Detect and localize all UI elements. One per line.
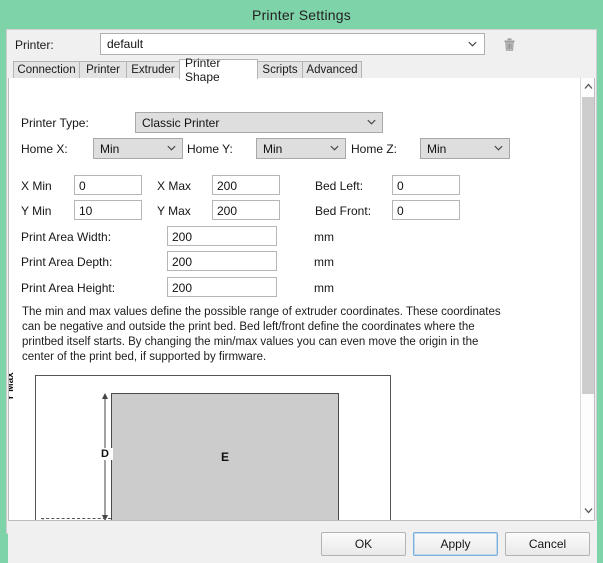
tab-scripts[interactable]: Scripts <box>257 61 303 78</box>
x-max-label: X Max <box>157 179 192 193</box>
home-y-value: Min <box>263 142 283 156</box>
bed-front-value: 0 <box>397 204 404 218</box>
tab-label: Connection <box>17 64 76 76</box>
y-min-value: 10 <box>79 204 93 218</box>
chevron-down-icon <box>166 142 177 153</box>
bed-front-label: Bed Front: <box>315 204 372 218</box>
scroll-down-button[interactable] <box>581 502 594 519</box>
diagram-bed-label: E <box>220 450 230 464</box>
home-y-label: Home Y: <box>187 142 233 156</box>
tab-label: Scripts <box>262 64 298 76</box>
tab-advanced[interactable]: Advanced <box>302 61 362 78</box>
bed-front-input[interactable]: 0 <box>392 200 460 220</box>
dialog-footer: OK Apply Cancel <box>8 521 597 563</box>
scroll-up-button[interactable] <box>581 78 594 95</box>
bed-left-input[interactable]: 0 <box>392 175 460 195</box>
delete-printer-button[interactable] <box>499 34 519 54</box>
tab-printer[interactable]: Printer <box>79 61 127 78</box>
x-min-label: X Min <box>21 179 52 193</box>
bed-left-label: Bed Left: <box>315 179 364 193</box>
print-area-width-value: 200 <box>172 230 193 244</box>
home-y-select[interactable]: Min <box>256 138 346 159</box>
print-area-height-label: Print Area Height: <box>21 281 116 295</box>
tab-label: Advanced <box>306 64 358 76</box>
window-title: Printer Settings <box>252 6 351 23</box>
chevron-up-icon <box>584 83 593 89</box>
x-max-value: 200 <box>217 179 238 193</box>
y-max-value: 200 <box>217 204 238 218</box>
printer-settings-window: Printer Settings Printer: default Connec… <box>0 0 603 563</box>
y-max-label: Y Max <box>157 204 191 218</box>
tab-bar: Connection Printer Extruder Printer Shap… <box>7 56 596 84</box>
x-min-value: 0 <box>79 179 86 193</box>
dialog-body: Printer: default Connection Printer Extr… <box>6 29 597 563</box>
tab-connection[interactable]: Connection <box>13 61 80 78</box>
home-z-select[interactable]: Min <box>420 138 510 159</box>
home-z-value: Min <box>427 142 447 156</box>
scrollbar-thumb[interactable] <box>582 97 594 394</box>
help-text: The min and max values define the possib… <box>22 306 501 363</box>
bed-left-value: 0 <box>397 179 404 193</box>
cancel-button[interactable]: Cancel <box>505 532 590 556</box>
chevron-down-icon <box>366 116 377 127</box>
diagram-y-axis-label: Y Max <box>8 372 16 401</box>
home-x-label: Home X: <box>21 142 68 156</box>
tab-printer-shape[interactable]: Printer Shape <box>179 56 258 84</box>
printer-type-value: Classic Printer <box>142 116 220 130</box>
chevron-down-icon <box>493 142 504 153</box>
window-titlebar: Printer Settings <box>0 0 603 29</box>
print-area-height-input[interactable]: 200 <box>167 277 277 297</box>
apply-button[interactable]: Apply <box>413 532 498 556</box>
chevron-down-icon <box>584 508 593 514</box>
x-min-input[interactable]: 0 <box>74 175 142 195</box>
print-area-depth-label: Print Area Depth: <box>21 255 113 269</box>
tab-label: Printer <box>86 64 120 76</box>
printer-shape-content: Printer Type: Classic Printer Home X: Mi… <box>8 78 594 520</box>
print-area-depth-value: 200 <box>172 255 193 269</box>
y-min-input[interactable]: 10 <box>74 200 142 220</box>
print-area-width-unit: mm <box>314 230 334 244</box>
print-area-depth-unit: mm <box>314 255 334 269</box>
home-x-select[interactable]: Min <box>93 138 183 159</box>
printer-select[interactable]: default <box>100 33 485 55</box>
print-area-height-value: 200 <box>172 281 193 295</box>
y-max-input[interactable]: 200 <box>212 200 280 220</box>
printer-type-label: Printer Type: <box>21 116 89 130</box>
home-z-label: Home Z: <box>351 142 398 156</box>
diagram-depth-dimension: D <box>97 393 113 520</box>
printer-type-select[interactable]: Classic Printer <box>135 112 383 133</box>
vertical-scrollbar[interactable] <box>580 78 594 519</box>
y-min-label: Y Min <box>21 204 52 218</box>
ok-button[interactable]: OK <box>321 532 406 556</box>
diagram-bed-left-dashed-line <box>41 518 111 520</box>
tab-label: Extruder <box>131 64 175 76</box>
chevron-down-icon <box>329 142 340 153</box>
bed-diagram: Y Max E D <box>8 371 571 520</box>
diagram-print-bed-rect: E <box>111 393 339 520</box>
print-area-width-input[interactable]: 200 <box>167 226 277 246</box>
chevron-down-icon <box>467 38 478 49</box>
printer-label: Printer: <box>15 38 54 52</box>
tab-label: Printer Shape <box>185 55 221 84</box>
home-x-value: Min <box>100 142 120 156</box>
printer-selection-row: Printer: default <box>7 30 596 59</box>
tab-extruder[interactable]: Extruder <box>126 61 180 78</box>
x-max-input[interactable]: 200 <box>212 175 280 195</box>
print-area-depth-input[interactable]: 200 <box>167 251 277 271</box>
printer-shape-pane: Printer Type: Classic Printer Home X: Mi… <box>8 78 595 521</box>
trash-icon <box>504 38 514 51</box>
printer-select-value: default <box>107 37 144 51</box>
print-area-height-unit: mm <box>314 281 334 295</box>
diagram-depth-label: D <box>97 448 113 460</box>
print-area-width-label: Print Area Width: <box>21 230 112 244</box>
